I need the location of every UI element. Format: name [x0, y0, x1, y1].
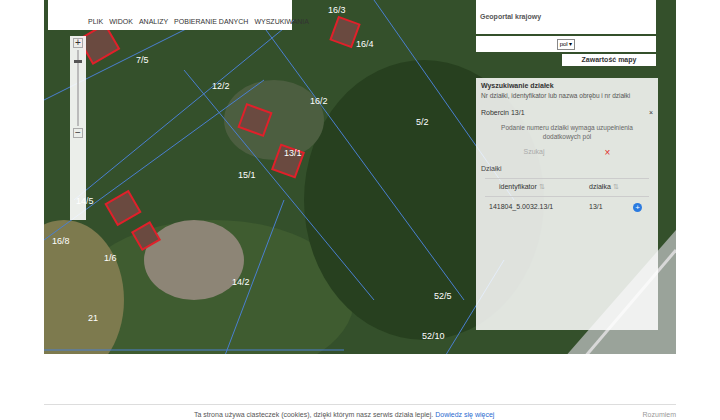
menu-item[interactable]: ANALIZY — [139, 17, 168, 28]
parcel-label: 16/4 — [356, 40, 374, 49]
parcel-label: 16/2 — [310, 97, 328, 106]
parcel-label: 1/6 — [104, 254, 117, 263]
search-actions: Szukaj × — [481, 145, 653, 160]
language-row: pol ▾ — [476, 36, 656, 52]
parcel-label: 16/8 — [52, 237, 70, 246]
portal-box: Geoportal krajowy — [476, 0, 656, 34]
column-header[interactable]: działka ⇅ — [589, 182, 637, 193]
portal-title: Geoportal krajowy — [480, 13, 541, 20]
results-table: identyfikator ⇅działka ⇅141804_5.0032.13… — [485, 178, 649, 219]
search-button[interactable]: Szukaj — [524, 147, 545, 158]
parcel-label: 14/2 — [232, 278, 250, 287]
parcel-label: 7/5 — [136, 56, 149, 65]
zoom-in-button[interactable]: + — [73, 38, 83, 48]
panel-title: Wyszukiwanie działek — [481, 81, 653, 92]
menu-item[interactable]: POBIERANIE DANYCH — [174, 17, 248, 28]
add-icon[interactable]: + — [633, 203, 642, 212]
parcel-label: 12/2 — [212, 82, 230, 91]
language-select[interactable]: pol ▾ — [557, 39, 576, 50]
zoom-handle[interactable] — [74, 60, 82, 63]
zoom-track[interactable] — [77, 50, 79, 126]
cancel-button[interactable]: × — [605, 145, 611, 160]
parcel-label: 13/1 — [284, 149, 302, 158]
menu-item[interactable]: WIDOK — [109, 17, 133, 28]
clear-button[interactable]: × — [649, 108, 653, 119]
parcel-label: 15/1 — [238, 171, 256, 180]
page: 16/316/47/512/216/25/213/115/114/516/81/… — [0, 0, 720, 420]
table-row[interactable]: 141804_5.0032.13/113/1+ — [485, 197, 649, 219]
search-field[interactable]: Robercin 13/1× — [481, 108, 653, 119]
parcel-label: 5/2 — [416, 118, 429, 127]
column-header[interactable]: identyfikator ⇅ — [485, 182, 589, 193]
parcel-label: 21 — [88, 314, 98, 323]
parcel-label: 16/3 — [328, 6, 346, 15]
menu-item[interactable]: PLIK — [88, 17, 103, 28]
contents-button[interactable]: Zawartość mapy — [562, 54, 656, 66]
search-panel: Wyszukiwanie działekNr działki, identyfi… — [476, 78, 658, 330]
parcel-label: 52/10 — [422, 332, 445, 341]
map[interactable]: 16/316/47/512/216/25/213/115/114/516/81/… — [44, 0, 676, 354]
zoom-control: +− — [70, 36, 86, 220]
cookie-bar: Ta strona używa ciasteczek (cookies), dz… — [44, 404, 676, 420]
panel-hint: Nr działki, identyfikator lub nazwa obrę… — [481, 92, 653, 100]
zoom-out-button[interactable]: − — [73, 128, 83, 138]
table-header: identyfikator ⇅działka ⇅ — [485, 179, 649, 197]
results-title: Działki — [481, 164, 653, 175]
warning: Podanie numeru działki wymaga uzupełnien… — [481, 123, 653, 141]
menu-item[interactable]: WYSZUKIWANIA — [254, 17, 309, 28]
accept-button[interactable]: Rozumiem — [643, 410, 676, 420]
main-menu: PLIKWIDOKANALIZYPOBIERANIE DANYCHWYSZUKI… — [48, 0, 292, 30]
parcel-label: 52/5 — [434, 292, 452, 301]
cookie-link[interactable]: Dowiedz się więcej — [435, 411, 494, 418]
